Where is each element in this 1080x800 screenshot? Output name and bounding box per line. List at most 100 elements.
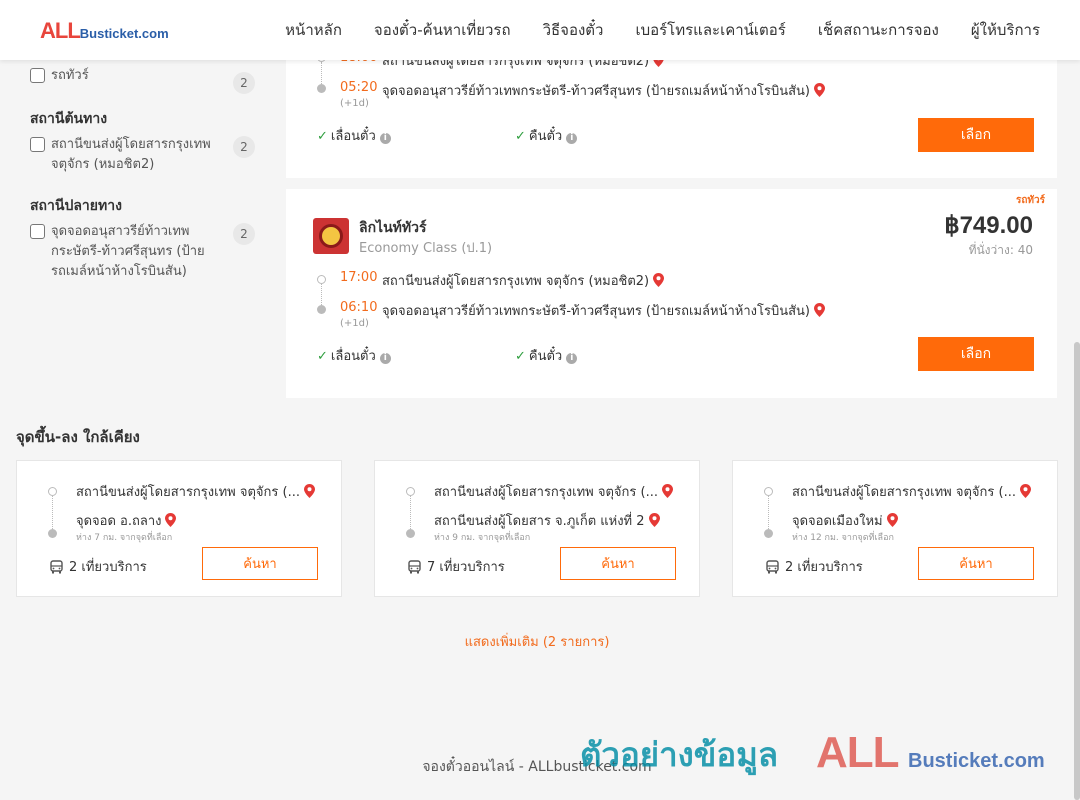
main-nav: หน้าหลัก จองตั๋ว-ค้นหาเที่ยวรถ วิธีจองตั… bbox=[253, 0, 1040, 60]
bus-type-tag: รถทัวร์ bbox=[1015, 195, 1045, 206]
checkbox[interactable] bbox=[30, 224, 45, 239]
check-icon: ✓ bbox=[317, 349, 328, 364]
nearby-distance: ห่าง 7 กม. จากจุดที่เลือก bbox=[76, 533, 173, 543]
operator-name: ลิกไนท์ทัวร์ bbox=[359, 220, 427, 236]
select-trip-button[interactable]: เลือก bbox=[918, 118, 1034, 152]
nav-phone-counters[interactable]: เบอร์โทรและเคาน์เตอร์ bbox=[635, 18, 785, 42]
site-logo[interactable]: ALL Busticket.com bbox=[40, 18, 169, 44]
arrival-station: จุดจอดอนุสาวรีย์ท้าวเทพกระษัตรี-ท้าวศรีส… bbox=[382, 300, 825, 321]
destination-dot bbox=[764, 529, 773, 538]
logo-busticket-text: Busticket.com bbox=[79, 26, 169, 41]
page-scrollbar[interactable] bbox=[1074, 342, 1080, 800]
check-icon: ✓ bbox=[515, 349, 526, 364]
arrival-dot bbox=[317, 305, 326, 314]
origin-dot bbox=[764, 487, 773, 496]
timeline-line bbox=[321, 62, 322, 84]
feature-refund-ticket: ✓ คืนตั๋ว i bbox=[515, 125, 578, 146]
bus-icon bbox=[408, 559, 421, 573]
trip-price: ฿749.00 bbox=[944, 212, 1033, 239]
destination-dot bbox=[48, 529, 57, 538]
trip-card: 18:00 สถานีขนส่งผู้โดยสารกรุงเทพ จตุจักร… bbox=[286, 40, 1057, 178]
departure-station: สถานีขนส่งผู้โดยสารกรุงเทพ จตุจักร (หมอช… bbox=[382, 270, 665, 291]
filter-label: สถานีขนส่งผู้โดยสารกรุงเทพ จตุจักร (หมอช… bbox=[51, 137, 211, 172]
info-icon[interactable]: i bbox=[379, 353, 391, 364]
nearby-route-card: สถานีขนส่งผู้โดยสารกรุงเทพ จตุจักร (... … bbox=[16, 460, 342, 597]
count-badge: 2 bbox=[233, 223, 255, 245]
departure-time: 17:00 bbox=[340, 270, 378, 285]
show-more-link[interactable]: แสดงเพิ่มเติม (2 รายการ) bbox=[0, 631, 1074, 652]
map-pin-icon[interactable] bbox=[886, 513, 898, 527]
info-icon[interactable]: i bbox=[379, 133, 391, 144]
nearby-distance: ห่าง 12 กม. จากจุดที่เลือก bbox=[792, 533, 894, 543]
filter-origin-station[interactable]: สถานีขนส่งผู้โดยสารกรุงเทพ จตุจักร (หมอช… bbox=[30, 135, 255, 175]
timeline-line bbox=[321, 284, 322, 305]
nearby-distance: ห่าง 9 กม. จากจุดที่เลือก bbox=[434, 533, 531, 543]
nearby-trip-count: 2 เที่ยวบริการ bbox=[766, 556, 863, 577]
timeline-line bbox=[52, 496, 53, 529]
nearby-route-card: สถานีขนส่งผู้โดยสารกรุงเทพ จตุจักร (... … bbox=[374, 460, 700, 597]
timeline-line bbox=[410, 496, 411, 529]
filter-label: รถทัวร์ bbox=[51, 68, 89, 83]
map-pin-icon[interactable] bbox=[813, 303, 825, 317]
map-pin-icon[interactable] bbox=[648, 513, 660, 527]
plus-one-day: (+1d) bbox=[340, 318, 369, 329]
nearby-destination: จุดจอด อ.ถลาง bbox=[76, 510, 177, 531]
check-icon: ✓ bbox=[317, 129, 328, 144]
nearby-search-button[interactable]: ค้นหา bbox=[202, 547, 318, 580]
nav-book-search[interactable]: จองตั๋ว-ค้นหาเที่ยวรถ bbox=[374, 18, 511, 42]
nav-how-to-book[interactable]: วิธีจองตั๋ว bbox=[543, 18, 604, 42]
origin-dot bbox=[48, 487, 57, 496]
nearby-route-card: สถานีขนส่งผู้โดยสารกรุงเทพ จตุจักร (... … bbox=[732, 460, 1058, 597]
nav-check-booking[interactable]: เช็คสถานะการจอง bbox=[818, 18, 939, 42]
checkbox[interactable] bbox=[30, 137, 45, 152]
checkbox[interactable] bbox=[30, 68, 45, 83]
timeline-line bbox=[768, 496, 769, 529]
filter-label: จุดจอดอนุสาวรีย์ท้าวเทพกระษัตรี-ท้าวศรีส… bbox=[51, 224, 205, 279]
nearby-search-button[interactable]: ค้นหา bbox=[560, 547, 676, 580]
bus-class: Economy Class (ป.1) bbox=[359, 241, 493, 256]
nearby-search-button[interactable]: ค้นหา bbox=[918, 547, 1034, 580]
map-pin-icon[interactable] bbox=[653, 273, 665, 287]
map-pin-icon[interactable] bbox=[661, 484, 673, 498]
feature-change-ticket: ✓ เลื่อนตั๋ว i bbox=[317, 345, 391, 366]
bus-icon bbox=[766, 559, 779, 573]
logo-all-text: ALL bbox=[40, 18, 81, 43]
nearby-destination: สถานีขนส่งผู้โดยสาร จ.ภูเก็ต แห่งที่ 2 bbox=[434, 510, 660, 531]
info-icon[interactable]: i bbox=[566, 353, 578, 364]
arrival-time: 05:20 bbox=[340, 80, 378, 95]
top-navbar: ALL Busticket.com หน้าหลัก จองตั๋ว-ค้นหา… bbox=[0, 0, 1080, 60]
arrival-station: จุดจอดอนุสาวรีย์ท้าวเทพกระษัตรี-ท้าวศรีส… bbox=[382, 80, 825, 101]
watermark-all: ALL bbox=[816, 728, 900, 777]
feature-change-ticket: ✓ เลื่อนตั๋ว i bbox=[317, 125, 391, 146]
map-pin-icon[interactable] bbox=[165, 513, 177, 527]
check-icon: ✓ bbox=[515, 129, 526, 144]
count-badge: 2 bbox=[233, 72, 255, 94]
nav-home[interactable]: หน้าหลัก bbox=[285, 18, 342, 42]
watermark-thai: ตัวอย่างข้อมูล bbox=[580, 735, 779, 774]
nearby-origin: สถานีขนส่งผู้โดยสารกรุงเทพ จตุจักร (... bbox=[434, 481, 673, 502]
departure-dot bbox=[317, 275, 326, 284]
nearby-origin: สถานีขนส่งผู้โดยสารกรุงเทพ จตุจักร (... bbox=[76, 481, 315, 502]
origin-dot bbox=[406, 487, 415, 496]
arrival-time: 06:10 bbox=[340, 300, 378, 315]
filter-tour-bus[interactable]: รถทัวร์ 2 bbox=[30, 66, 255, 94]
nav-operators[interactable]: ผู้ให้บริการ bbox=[971, 18, 1040, 42]
destination-dot bbox=[406, 529, 415, 538]
bus-icon bbox=[50, 559, 63, 573]
feature-refund-ticket: ✓ คืนตั๋ว i bbox=[515, 345, 578, 366]
origin-filter-title: สถานีต้นทาง bbox=[30, 111, 108, 127]
count-badge: 2 bbox=[233, 136, 255, 158]
nearby-origin: สถานีขนส่งผู้โดยสารกรุงเทพ จตุจักร (... bbox=[792, 481, 1031, 502]
seats-available: ที่นั่งว่าง: 40 bbox=[968, 243, 1033, 257]
map-pin-icon[interactable] bbox=[303, 484, 315, 498]
info-icon[interactable]: i bbox=[566, 133, 578, 144]
trip-card: รถทัวร์ ลิกไนท์ทัวร์ Economy Class (ป.1)… bbox=[286, 189, 1057, 398]
map-pin-icon[interactable] bbox=[1019, 484, 1031, 498]
select-trip-button[interactable]: เลือก bbox=[918, 337, 1034, 371]
nearby-trip-count: 2 เที่ยวบริการ bbox=[50, 556, 147, 577]
watermark-busticket: Busticket.com bbox=[908, 750, 1045, 772]
filter-destination-station[interactable]: จุดจอดอนุสาวรีย์ท้าวเทพกระษัตรี-ท้าวศรีส… bbox=[30, 222, 255, 282]
map-pin-icon[interactable] bbox=[813, 83, 825, 97]
arrival-dot bbox=[317, 84, 326, 93]
operator-logo bbox=[313, 218, 349, 254]
